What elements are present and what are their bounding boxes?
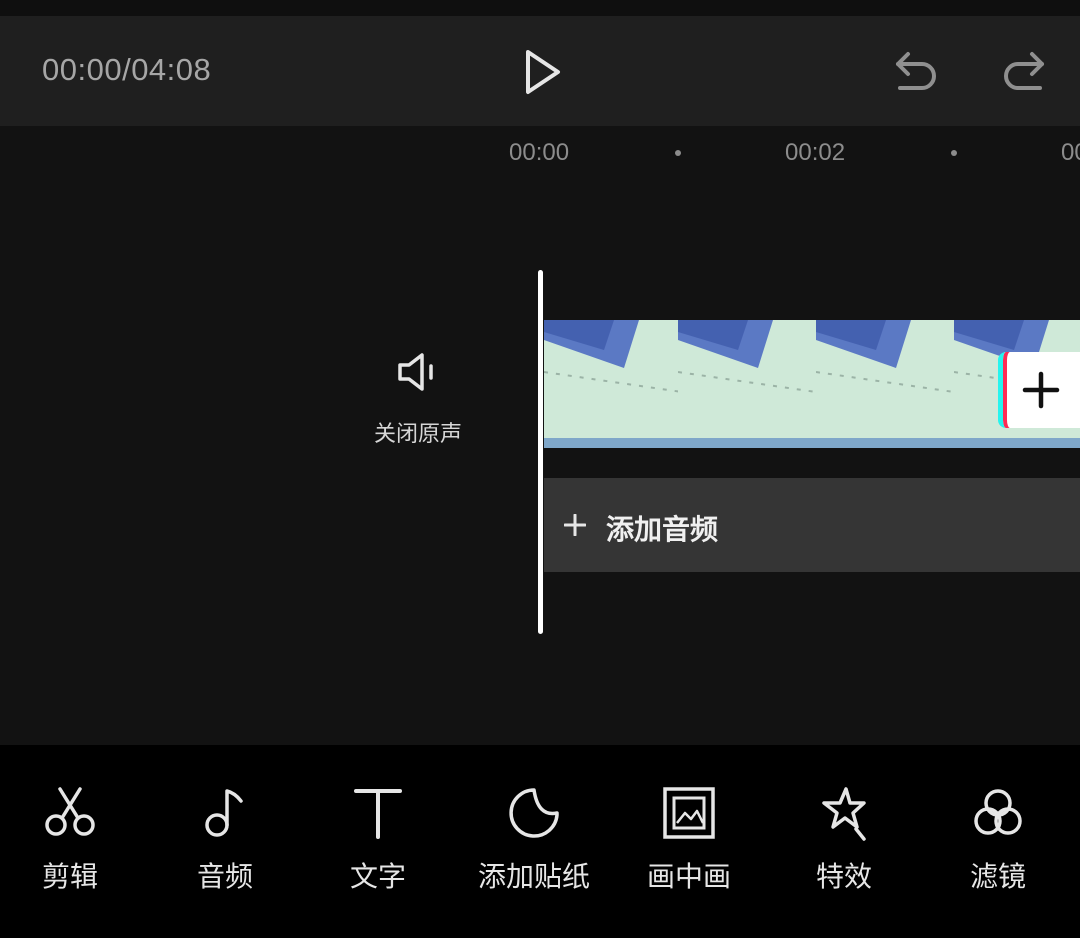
mute-original-audio-button[interactable]: 关闭原声 [360,346,476,456]
ruler-label: 00 [1061,139,1080,166]
tool-label: 剪辑 [41,860,98,893]
tool-edit[interactable]: 剪辑 [0,785,140,905]
tool-label: 添加贴纸 [477,860,590,893]
mute-label: 关闭原声 [373,422,462,447]
tool-audio[interactable]: 音频 [155,785,295,905]
time-readout: 00:00/04:08 [42,52,212,87]
add-clip-button[interactable] [998,352,1080,428]
redo-button[interactable] [996,46,1052,98]
undo-button[interactable] [888,46,944,98]
filter-icon [974,789,1022,835]
redo-icon [1004,52,1044,90]
text-icon [354,789,402,839]
playhead[interactable] [538,270,543,634]
tool-label: 画中画 [646,860,731,893]
ruler-tick [675,150,681,156]
scissors-icon [45,787,95,836]
video-thumbnail [544,320,682,448]
plus-icon [564,514,586,536]
tool-label: 特效 [815,860,872,893]
video-thumbnail [816,320,954,448]
time-ruler[interactable]: 00:00 00:02 00 [0,126,1080,186]
speaker-icon [398,353,433,391]
status-strip [0,0,1080,16]
undo-icon [896,52,936,90]
plus-icon [1022,371,1060,409]
tool-label: 音频 [196,860,253,893]
tool-text[interactable]: 文字 [308,785,448,905]
effects-star-icon [822,787,866,841]
playback-bar: 00:00/04:08 [0,16,1080,126]
tool-label: 滤镜 [969,860,1026,893]
play-icon [526,50,560,94]
play-button[interactable] [514,46,570,98]
sticker-icon [509,788,559,838]
tool-filter[interactable]: 滤镜 [928,785,1068,905]
tool-effects[interactable]: 特效 [774,785,914,905]
picture-in-picture-icon [663,787,715,839]
ruler-label: 00:02 [785,139,846,166]
add-audio-label: 添加音频 [606,513,719,546]
tool-picture-in-picture[interactable]: 画中画 [619,785,759,905]
tool-label: 文字 [349,860,406,893]
music-note-icon [205,789,243,837]
ruler-label: 00:00 [509,139,570,166]
tool-sticker[interactable]: 添加贴纸 [464,785,604,905]
add-audio-button[interactable]: 添加音频 [544,478,1080,572]
video-thumbnail [678,320,816,448]
ruler-tick [951,150,957,156]
bottom-toolbar: 剪辑 音频 文字 添加贴纸 画中画 特效 滤镜 [0,745,1080,938]
